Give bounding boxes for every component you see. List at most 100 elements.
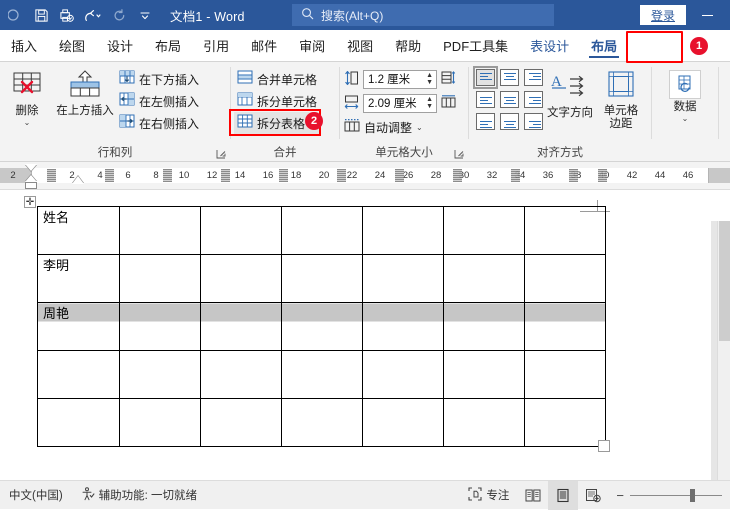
zoom-slider-thumb[interactable] — [690, 489, 695, 502]
scrollbar-thumb[interactable] — [719, 221, 730, 341]
distribute-columns-icon[interactable] — [441, 94, 456, 112]
table-cell[interactable] — [282, 303, 363, 351]
table-cell[interactable] — [363, 207, 444, 255]
column-marker[interactable] — [337, 169, 346, 182]
table-row[interactable]: 李明 — [38, 255, 606, 303]
column-marker[interactable] — [279, 169, 288, 182]
tab-insert[interactable]: 插入 — [0, 30, 48, 61]
column-width-input[interactable]: 2.09 厘米 ▲▼ — [363, 94, 437, 113]
save-icon[interactable] — [28, 2, 54, 28]
row-height-input[interactable]: 1.2 厘米 ▲▼ — [363, 70, 437, 89]
table-cell[interactable] — [363, 255, 444, 303]
chevron-down-icon[interactable]: ⌄ — [416, 124, 423, 131]
column-marker[interactable] — [47, 169, 56, 182]
cell-margins-button[interactable]: 单元格 边距 — [595, 66, 647, 131]
focus-mode-button[interactable]: 专注 — [459, 481, 518, 510]
zoom-control[interactable]: − — [608, 488, 730, 503]
table-cell[interactable]: 姓名 — [38, 207, 120, 255]
customize-qat-icon[interactable] — [132, 2, 158, 28]
vertical-scrollbar[interactable] — [717, 221, 730, 480]
insert-above-button[interactable]: 在上方插入 — [54, 66, 116, 118]
print-layout-view-button[interactable] — [548, 481, 578, 510]
column-marker[interactable] — [221, 169, 230, 182]
tab-design[interactable]: 设计 — [96, 30, 144, 61]
redo-icon[interactable] — [106, 2, 132, 28]
tab-layout-table[interactable]: 布局 — [580, 30, 628, 61]
table-cell[interactable] — [363, 351, 444, 399]
merge-cells-button[interactable]: 合并单元格 — [234, 68, 320, 90]
hanging-indent-marker[interactable] — [25, 175, 37, 182]
table-cell[interactable] — [282, 351, 363, 399]
table-cell[interactable] — [525, 207, 606, 255]
table-cell[interactable] — [444, 399, 525, 447]
column-marker[interactable] — [163, 169, 172, 182]
tab-references[interactable]: 引用 — [192, 30, 240, 61]
align-bottom-left-button[interactable] — [473, 110, 497, 132]
table-cell[interactable] — [120, 399, 201, 447]
zoom-slider[interactable] — [630, 495, 722, 496]
undo-icon[interactable] — [80, 2, 106, 28]
table-cell[interactable] — [363, 399, 444, 447]
tab-indent-marker[interactable] — [72, 176, 84, 184]
align-top-left-button[interactable] — [473, 66, 497, 88]
table-cell[interactable] — [282, 399, 363, 447]
chevron-down-icon[interactable]: ⌄ — [682, 115, 689, 122]
column-marker[interactable] — [511, 169, 520, 182]
search-input[interactable]: 搜索(Alt+Q) — [292, 4, 554, 26]
table-resize-handle[interactable] — [598, 440, 610, 452]
table-cell[interactable] — [444, 303, 525, 351]
zoom-out-button[interactable]: − — [616, 488, 624, 503]
table-cell[interactable] — [363, 303, 444, 351]
delete-button[interactable]: 删除 ⌄ — [0, 66, 54, 126]
tab-help[interactable]: 帮助 — [384, 30, 432, 61]
table-cell[interactable] — [201, 207, 282, 255]
table-cell[interactable] — [525, 399, 606, 447]
table-cell[interactable] — [120, 207, 201, 255]
tab-view[interactable]: 视图 — [336, 30, 384, 61]
align-bottom-center-button[interactable] — [497, 110, 521, 132]
table-cell[interactable] — [525, 351, 606, 399]
align-middle-center-button[interactable] — [497, 88, 521, 110]
first-line-indent-marker[interactable] — [25, 164, 37, 171]
column-marker[interactable] — [453, 169, 462, 182]
insert-below-button[interactable]: 在下方插入 — [116, 68, 202, 90]
web-layout-view-button[interactable] — [578, 481, 608, 510]
table-cell[interactable] — [120, 303, 201, 351]
column-marker[interactable] — [105, 169, 114, 182]
table-cell[interactable] — [525, 303, 606, 351]
table-cell[interactable]: 李明 — [38, 255, 120, 303]
table-cell[interactable] — [282, 207, 363, 255]
table-row[interactable] — [38, 399, 606, 447]
dialog-launcher-icon[interactable] — [454, 149, 464, 159]
row-height-stepper[interactable]: ▲▼ — [426, 72, 433, 86]
table-row[interactable] — [38, 351, 606, 399]
left-indent-marker[interactable] — [25, 182, 37, 189]
table-cell[interactable] — [201, 399, 282, 447]
table-row[interactable]: 姓名 — [38, 207, 606, 255]
align-middle-left-button[interactable] — [473, 88, 497, 110]
align-bottom-right-button[interactable] — [521, 110, 545, 132]
table-cell[interactable] — [38, 351, 120, 399]
align-top-right-button[interactable] — [521, 66, 545, 88]
accessibility-status[interactable]: 辅助功能: 一切就绪 — [72, 481, 206, 510]
align-top-center-button[interactable] — [497, 66, 521, 88]
tab-review[interactable]: 审阅 — [288, 30, 336, 61]
align-middle-right-button[interactable] — [521, 88, 545, 110]
column-marker[interactable] — [395, 169, 404, 182]
dialog-launcher-icon[interactable] — [216, 149, 226, 159]
insert-left-button[interactable]: 在左侧插入 — [116, 90, 202, 112]
tab-pdf-tools[interactable]: PDF工具集 — [432, 30, 519, 61]
read-mode-view-button[interactable] — [518, 481, 548, 510]
document-table[interactable]: 姓名 李明 周艳 — [37, 206, 606, 447]
autofit-button[interactable]: 自动调整 ⌄ — [344, 116, 456, 138]
text-direction-button[interactable]: A 文字方向 — [545, 66, 595, 120]
tab-layout[interactable]: 布局 — [144, 30, 192, 61]
autosave-toggle-icon[interactable] — [2, 2, 28, 28]
column-marker[interactable] — [598, 169, 607, 182]
table-cell[interactable] — [201, 255, 282, 303]
horizontal-ruler[interactable]: 2 2 4 6 8 10 12 14 16 18 20 22 24 26 28 … — [0, 162, 730, 190]
table-cell[interactable] — [201, 303, 282, 351]
table-cell[interactable] — [120, 255, 201, 303]
table-move-handle[interactable]: ✛ — [24, 196, 36, 208]
table-cell[interactable] — [444, 351, 525, 399]
